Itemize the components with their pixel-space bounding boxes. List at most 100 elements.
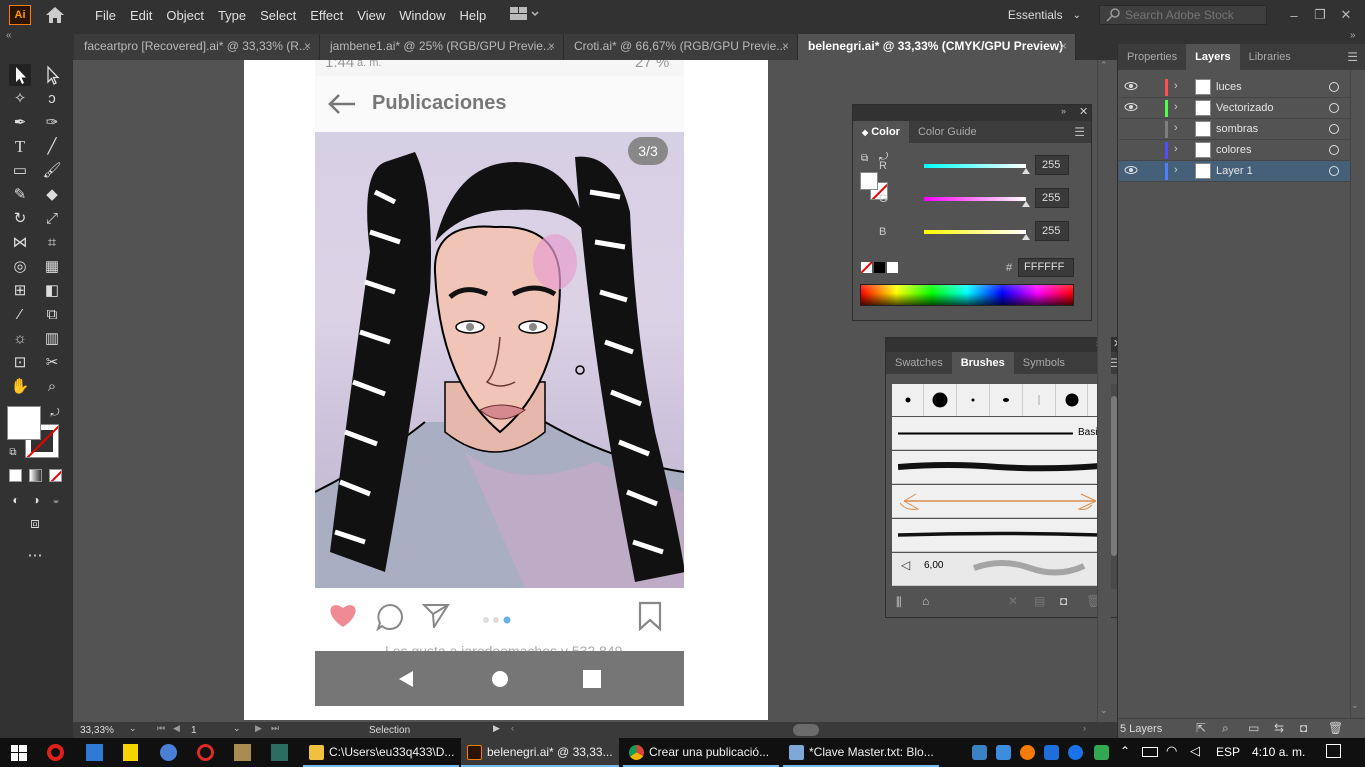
opera-icon[interactable] [47, 744, 64, 761]
panel-menu-icon[interactable]: ☰ [1074, 121, 1085, 143]
battery-icon[interactable] [1142, 747, 1158, 757]
collapse-toolbar-icon[interactable]: « [6, 30, 12, 41]
scroll-up-icon[interactable]: ⌃ [1100, 60, 1108, 71]
tray-icon-shield[interactable] [1044, 745, 1059, 760]
green-value-input[interactable]: 255 [1035, 188, 1069, 208]
heart-icon[interactable] [328, 602, 358, 628]
home-icon[interactable] [45, 6, 65, 24]
layer-row[interactable]: › luces [1119, 77, 1359, 98]
minimize-icon[interactable]: – [1281, 8, 1307, 23]
nav-recents-icon[interactable] [583, 670, 601, 688]
menu-help[interactable]: Help [459, 8, 486, 23]
direct-selection-tool-icon[interactable] [41, 64, 63, 86]
clock[interactable]: 4:10 a. m. [1252, 745, 1305, 759]
white-color-swatch[interactable] [887, 262, 898, 273]
line-tool-icon[interactable]: ╱ [41, 136, 63, 158]
blue-slider[interactable] [924, 230, 1026, 234]
eraser-tool-icon[interactable]: ◆ [41, 184, 63, 206]
draw-normal-icon[interactable]: ◐ [5, 489, 27, 511]
red-slider[interactable] [924, 164, 1026, 168]
tab-jambene1[interactable]: jambene1.ai* @ 25% (RGB/GPU Previe... × [320, 34, 564, 60]
close-icon[interactable]: ✕ [1333, 7, 1359, 23]
screen-mode-icon[interactable]: ⧈ [24, 513, 46, 535]
brush-options-icon[interactable]: ▤ [1034, 594, 1045, 608]
mesh-tool-icon[interactable]: ⊞ [9, 280, 31, 302]
column-graph-tool-icon[interactable]: ▥ [41, 328, 63, 350]
close-panel-icon[interactable]: ✕ [1079, 105, 1088, 118]
color-spectrum[interactable] [860, 284, 1074, 306]
comment-icon[interactable] [376, 603, 404, 632]
layer-target-icon[interactable] [1329, 145, 1339, 155]
green-slider[interactable] [924, 197, 1026, 201]
magic-wand-tool-icon[interactable]: ✧ [9, 88, 31, 110]
hex-value-input[interactable]: FFFFFF [1018, 258, 1074, 277]
visibility-toggle[interactable] [1124, 122, 1138, 134]
prev-artboard-icon[interactable]: ◀ [173, 723, 180, 734]
tray-icon-show-hidden[interactable]: ⌃ [1120, 744, 1130, 758]
menu-file[interactable]: File [95, 8, 116, 23]
free-transform-tool-icon[interactable]: ⌗ [41, 232, 63, 254]
zoom-dropdown-icon[interactable]: ⌄ [129, 723, 137, 734]
arrange-documents-icon[interactable] [510, 6, 540, 24]
back-arrow-icon[interactable] [327, 92, 357, 116]
brush-blob-stroke[interactable]: ◁ 6,00 [892, 553, 1106, 586]
tab-symbols[interactable]: Symbols [1014, 352, 1074, 374]
photo-app-icon[interactable] [86, 744, 103, 761]
width-tool-icon[interactable]: ⋈ [9, 232, 31, 254]
volume-icon[interactable]: ◁ [1190, 743, 1200, 759]
layers-scrollbar[interactable]: ⌄ [1350, 70, 1360, 720]
app-icon-blue[interactable] [160, 744, 177, 761]
scroll-down-icon[interactable]: ⌄ [1351, 700, 1359, 711]
new-layer-icon[interactable]: ◘ [1300, 721, 1307, 735]
brush-taper-stroke[interactable] [892, 519, 1106, 552]
zoom-level[interactable]: 33,33% [80, 725, 114, 736]
delete-layer-icon[interactable]: 🗑 [1328, 721, 1343, 735]
shape-builder-tool-icon[interactable]: ◎ [9, 256, 31, 278]
layer-row[interactable]: › Vectorizado [1119, 98, 1359, 119]
layer-row[interactable]: › Layer 1 [1119, 161, 1359, 182]
export-icon[interactable]: ⇱ [1196, 721, 1206, 735]
app-icon-red[interactable] [197, 744, 214, 761]
tab-belenegri[interactable]: belenegri.ai* @ 33,33% (CMYK/GPU Preview… [798, 34, 1076, 60]
vertical-scrollbar[interactable]: ⌃ ⌄ [1097, 60, 1111, 722]
tab-swatches[interactable]: Swatches [886, 352, 952, 374]
color-mode-button[interactable] [9, 469, 22, 482]
visibility-toggle[interactable] [1124, 143, 1138, 155]
menu-select[interactable]: Select [260, 8, 296, 23]
expand-chevron-icon[interactable]: › [1174, 122, 1178, 134]
menu-object[interactable]: Object [166, 8, 204, 23]
brush-thin[interactable] [1023, 384, 1056, 416]
panel-menu-icon[interactable]: ☰ [1347, 44, 1358, 70]
menu-window[interactable]: Window [399, 8, 445, 23]
type-tool-icon[interactable]: T [9, 136, 31, 158]
swap-fill-stroke-icon[interactable]: ⤾ [44, 402, 66, 424]
restore-icon[interactable]: ❐ [1307, 7, 1333, 23]
blue-value-input[interactable]: 255 [1035, 221, 1069, 241]
layer-row[interactable]: › colores [1119, 140, 1359, 161]
taskbar-explorer[interactable]: C:\Users\eu33q433\D... [303, 738, 459, 767]
tray-icon-bolt[interactable] [1068, 745, 1083, 760]
perspective-grid-tool-icon[interactable]: ▦ [41, 256, 63, 278]
brush-libraries-icon[interactable]: ⫼ [896, 595, 902, 610]
close-tab-icon[interactable]: × [782, 34, 789, 58]
brush-library-panel-icon[interactable]: ⌂ [922, 594, 929, 608]
next-artboard-icon[interactable]: ▶ [255, 723, 262, 734]
selection-tool-icon[interactable] [9, 64, 31, 86]
status-menu-icon[interactable]: ▶ [493, 723, 500, 734]
menu-edit[interactable]: Edit [130, 8, 152, 23]
tab-color-guide[interactable]: Color Guide [909, 121, 986, 143]
tab-libraries[interactable]: Libraries [1240, 44, 1300, 70]
gradient-tool-icon[interactable]: ◧ [41, 280, 63, 302]
language-indicator[interactable]: ESP [1216, 745, 1240, 759]
brush-arrow-stroke[interactable] [892, 485, 1106, 518]
scale-tool-icon[interactable]: ⤢ [41, 208, 63, 230]
eye-icon[interactable] [1124, 101, 1138, 113]
last-artboard-icon[interactable]: ⏭ [271, 723, 279, 734]
layer-row[interactable]: › sombras [1119, 119, 1359, 140]
color-fill-swatch[interactable] [860, 172, 878, 190]
close-tab-icon[interactable]: × [548, 34, 555, 58]
brush-dot-large[interactable] [924, 384, 957, 416]
tray-icon-photos[interactable] [996, 745, 1011, 760]
nav-home-icon[interactable] [491, 670, 509, 688]
taskbar-illustrator[interactable]: belenegri.ai* @ 33,33... [461, 738, 619, 767]
